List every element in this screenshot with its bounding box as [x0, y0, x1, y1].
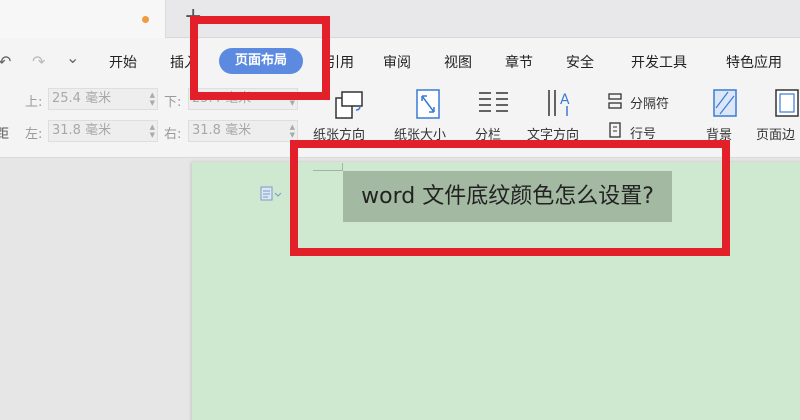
highlight-box-text: [290, 140, 730, 256]
spinner-icon[interactable]: ▲ ▼: [290, 123, 295, 139]
spinner-icon[interactable]: ▲ ▼: [150, 91, 155, 107]
document-tab[interactable]: [0, 0, 166, 38]
undo-icon[interactable]: ↶: [0, 52, 11, 71]
separator-button[interactable]: 分隔符: [630, 93, 669, 112]
menu-developer-tools[interactable]: 开发工具: [631, 52, 687, 72]
separator-icon: [608, 93, 622, 109]
paragraph-handle-icon[interactable]: [260, 186, 282, 202]
margin-right-input[interactable]: 31.8 毫米 ▲ ▼: [188, 120, 298, 142]
line-numbers-icon: [609, 122, 621, 138]
customize-toolbar-icon[interactable]: ⌄: [66, 48, 79, 67]
margin-top-label: 上:: [25, 95, 43, 110]
highlight-box-page-layout: [190, 16, 330, 100]
page-background-icon[interactable]: [712, 88, 740, 118]
margin-top-value: 25.4 毫米: [52, 91, 112, 106]
redo-icon[interactable]: ↷: [32, 52, 45, 71]
columns-icon[interactable]: [477, 90, 511, 116]
menu-security[interactable]: 安全: [566, 52, 594, 72]
svg-text:A: A: [560, 92, 570, 108]
tab-bar: +: [0, 0, 800, 38]
margin-bottom-label: 下:: [164, 95, 182, 110]
menu-review[interactable]: 审阅: [383, 52, 411, 72]
text-direction-icon[interactable]: A: [545, 88, 577, 118]
prev-group-label: 距: [0, 127, 10, 142]
margin-left-input[interactable]: 31.8 毫米 ▲ ▼: [48, 120, 158, 142]
paper-orientation-icon[interactable]: [332, 88, 366, 120]
menu-sections[interactable]: 章节: [505, 52, 533, 72]
page-border-button[interactable]: 页面边: [756, 124, 795, 143]
margin-left-label: 左:: [25, 127, 43, 142]
margin-right-value: 31.8 毫米: [192, 123, 252, 138]
page-border-icon[interactable]: [774, 88, 800, 118]
margin-right-label: 右:: [164, 127, 182, 142]
menu-view[interactable]: 视图: [444, 52, 472, 72]
paper-size-icon[interactable]: [414, 88, 444, 120]
menu-special-apps[interactable]: 特色应用: [726, 52, 782, 72]
margin-top-input[interactable]: 25.4 毫米 ▲ ▼: [48, 88, 158, 110]
spinner-icon[interactable]: ▲ ▼: [150, 123, 155, 139]
margin-left-value: 31.8 毫米: [52, 123, 112, 138]
unsaved-indicator: [142, 16, 149, 23]
menu-home[interactable]: 开始: [109, 52, 137, 72]
